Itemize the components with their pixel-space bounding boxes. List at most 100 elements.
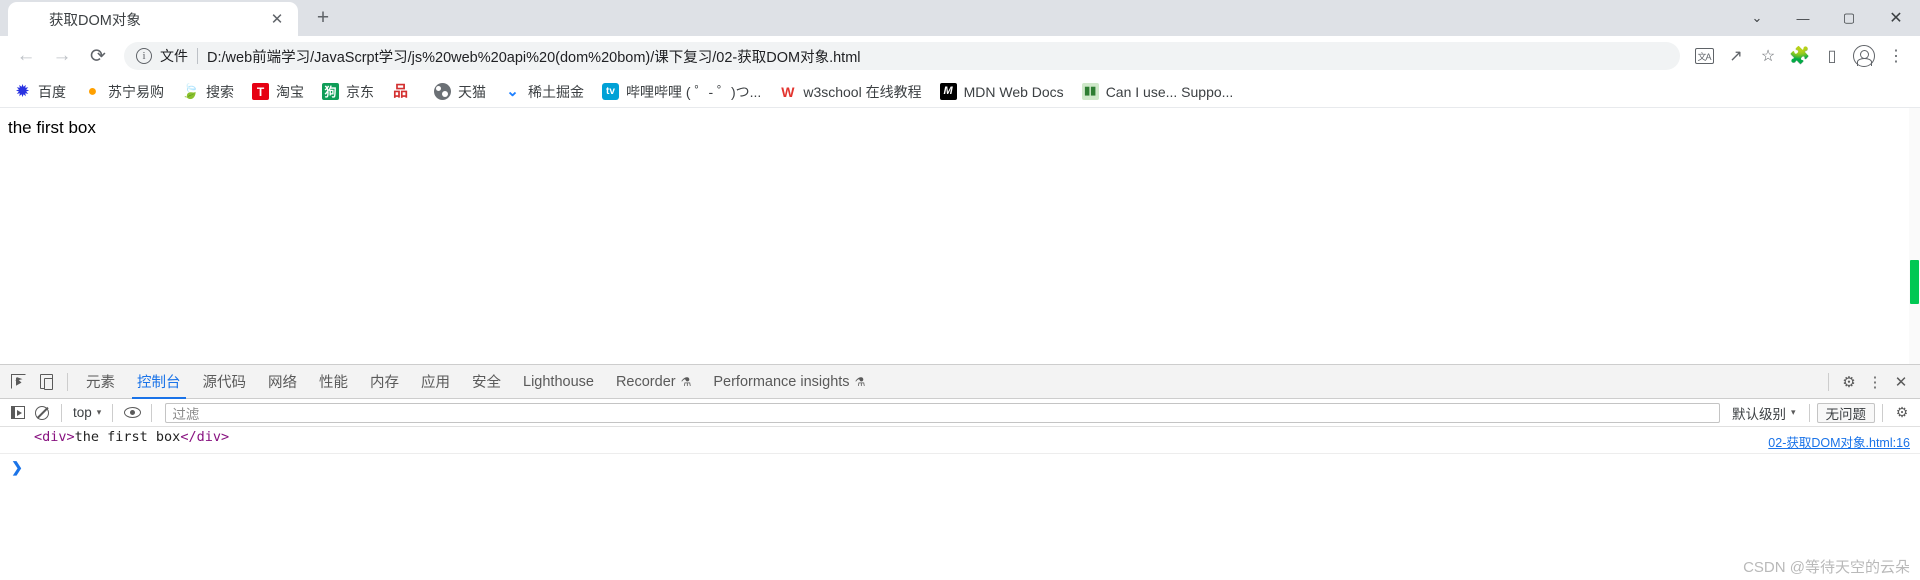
window-controls: ⌄ — ▢ ✕ (1734, 0, 1920, 36)
bookmark-item[interactable]: tv 哔哩哔哩 ( ゜- ゜)つ... (594, 79, 769, 105)
devtools-tab[interactable]: Lighthouse (512, 365, 605, 399)
bookmark-label: 京东 (346, 83, 374, 100)
side-panel-icon[interactable]: ▯ (1816, 40, 1848, 72)
address-bar[interactable]: i 文件 D:/web前端学习/JavaScrpt学习/js%20web%20a… (124, 42, 1680, 70)
bookmark-item[interactable]: 天猫 (426, 79, 494, 105)
devtools-tab[interactable]: 内存 (359, 365, 410, 399)
experiment-flask-icon: ⚗ (854, 374, 866, 389)
page-scrollbar[interactable] (1909, 108, 1920, 364)
console-output[interactable]: <div>the first box</div> 02-获取DOM对象.html:… (0, 427, 1920, 580)
devtools-tab[interactable]: 应用 (410, 365, 461, 399)
console-sidebar-toggle-icon[interactable] (6, 401, 30, 425)
browser-tab[interactable]: 获取DOM对象 ✕ (8, 2, 298, 36)
mdn-icon: M (939, 83, 957, 100)
share-icon[interactable]: ↗ (1720, 40, 1752, 72)
devtools-tab-label: 源代码 (202, 375, 247, 391)
console-filter-placeholder: 过滤 (172, 406, 200, 422)
watermark: CSDN @等待天空的云朵 (1743, 559, 1910, 576)
tab-title: 获取DOM对象 (49, 12, 141, 29)
devtools-tab[interactable]: 安全 (461, 365, 512, 399)
issues-button[interactable]: 无问题 (1816, 402, 1875, 423)
minimize-button[interactable]: — (1780, 0, 1826, 36)
devtools-close-icon[interactable]: ✕ (1888, 369, 1914, 395)
bookmark-item[interactable]: ● 苏宁易购 (76, 79, 172, 105)
url-scheme-label: 文件 (160, 48, 188, 64)
device-toolbar-icon[interactable] (32, 368, 60, 396)
devtools-tab[interactable]: 性能 (308, 365, 359, 399)
gear-icon[interactable]: ⚙ (1836, 369, 1862, 395)
forward-icon[interactable]: → (44, 38, 80, 74)
suning-lion-icon: ● (87, 83, 98, 100)
devtools-tab[interactable]: Recorder ⚗ (605, 365, 702, 399)
console-prompt[interactable]: ❯ (0, 454, 1920, 478)
bookmark-item[interactable]: 🍃 搜索 (174, 79, 242, 105)
live-expression-icon[interactable] (120, 401, 144, 425)
devtools-tab[interactable]: 网络 (257, 365, 308, 399)
console-toolbar: top ▾ 过滤 默认级别 ▾ 无问题 ⚙ (0, 399, 1920, 427)
bookmark-item[interactable]: 品 (384, 79, 424, 105)
bookmark-item[interactable]: Ww3school 在线教程 (771, 79, 929, 105)
bookmark-label: 稀土掘金 (528, 83, 584, 100)
console-level-value: 默认级别 (1731, 406, 1786, 422)
toolbar-actions: 文A ↗ ☆ 🧩 ▯ ⋮ (1688, 40, 1912, 72)
reload-icon[interactable]: ⟳ (80, 38, 116, 74)
devtools-tabbar-actions: ⚙ ⋮ ✕ (1821, 369, 1920, 395)
divider (61, 403, 62, 422)
close-window-button[interactable]: ✕ (1872, 0, 1920, 36)
devtools-tab-label: Lighthouse (523, 373, 594, 390)
back-icon[interactable]: ← (8, 38, 44, 74)
bookmark-item[interactable]: T 淘宝 (244, 79, 312, 105)
bookmark-label: 搜索 (206, 83, 234, 100)
console-message-row[interactable]: <div>the first box</div> 02-获取DOM对象.html:… (0, 427, 1920, 454)
maximize-button[interactable]: ▢ (1826, 0, 1872, 36)
divider (197, 48, 198, 64)
avatar[interactable] (1848, 40, 1880, 72)
devtools-tab[interactable]: 元素 (75, 365, 126, 399)
browser-menu-icon[interactable]: ⋮ (1880, 40, 1912, 72)
bookmarks-bar: ✹ 百度 ● 苏宁易购 🍃 搜索 T 淘宝狗京东品天猫 ⌄ 稀土掘金 tv 哔哩哔哩 ( ゜- ゜)つ… (0, 76, 1920, 108)
devtools-tab[interactable]: Performance insights ⚗ (702, 365, 876, 399)
devtools-tab[interactable]: 源代码 (192, 365, 258, 399)
devtools-more-icon[interactable]: ⋮ (1862, 369, 1888, 395)
bookmark-item[interactable]: ✹ 百度 (6, 79, 74, 105)
extensions-icon[interactable]: 🧩 (1784, 40, 1816, 72)
new-tab-button[interactable]: + (308, 3, 338, 33)
bookmark-star-icon[interactable]: ☆ (1752, 40, 1784, 72)
bookmark-label: 天猫 (458, 83, 486, 100)
bookmark-item[interactable]: M MDN Web Docs (932, 79, 1072, 105)
info-icon[interactable]: i (136, 48, 152, 64)
devtools-tab-label: Performance insights (713, 373, 850, 390)
console-level-select[interactable]: 默认级别 ▾ (1726, 403, 1802, 423)
console-context-select[interactable]: top ▾ (69, 405, 105, 420)
html-text-node: the first box (74, 429, 181, 445)
clear-console-icon[interactable] (30, 401, 54, 425)
chevron-down-icon: ▾ (96, 407, 102, 417)
html-close-tag: </div> (180, 429, 230, 445)
scrollbar-thumb[interactable] (1910, 260, 1919, 304)
devtools-tab[interactable]: 控制台 (126, 365, 192, 399)
devtools-tab-label: Recorder (615, 373, 676, 390)
bookmark-item[interactable]: 狗京东 (314, 79, 382, 105)
divider (67, 372, 68, 391)
bookmark-item[interactable]: ▮▮ Can I use... Suppo... (1074, 79, 1242, 105)
translate-icon[interactable]: 文A (1688, 40, 1720, 72)
divider (151, 403, 153, 422)
bookmark-label: 苏宁易购 (108, 83, 164, 100)
divider (1828, 372, 1829, 391)
devtools-tab-label: 内存 (370, 375, 399, 391)
devtools-tab-label: 网络 (268, 375, 297, 391)
devtools-tab-label: 安全 (472, 375, 501, 391)
chevron-down-icon[interactable]: ⌄ (1734, 0, 1780, 36)
page-content-text: the first box (8, 118, 96, 137)
source-link[interactable]: 02-获取DOM对象.html:16 (1768, 429, 1920, 451)
devtools-tab-label: 控制台 (137, 375, 181, 391)
jd-icon: 狗 (322, 83, 339, 100)
close-icon[interactable]: ✕ (266, 8, 288, 30)
bookmark-item[interactable]: ⌄ 稀土掘金 (496, 79, 592, 105)
console-settings-gear-icon[interactable]: ⚙ (1890, 401, 1914, 425)
pinduoduo-icon: 品 (392, 83, 408, 100)
browser-toolbar: ← → ⟳ i 文件 D:/web前端学习/JavaScrpt学习/js%20w… (0, 36, 1920, 76)
console-filter-input[interactable]: 过滤 (165, 402, 1720, 423)
console-context-value: top (73, 405, 92, 420)
inspect-element-icon[interactable] (4, 368, 32, 396)
